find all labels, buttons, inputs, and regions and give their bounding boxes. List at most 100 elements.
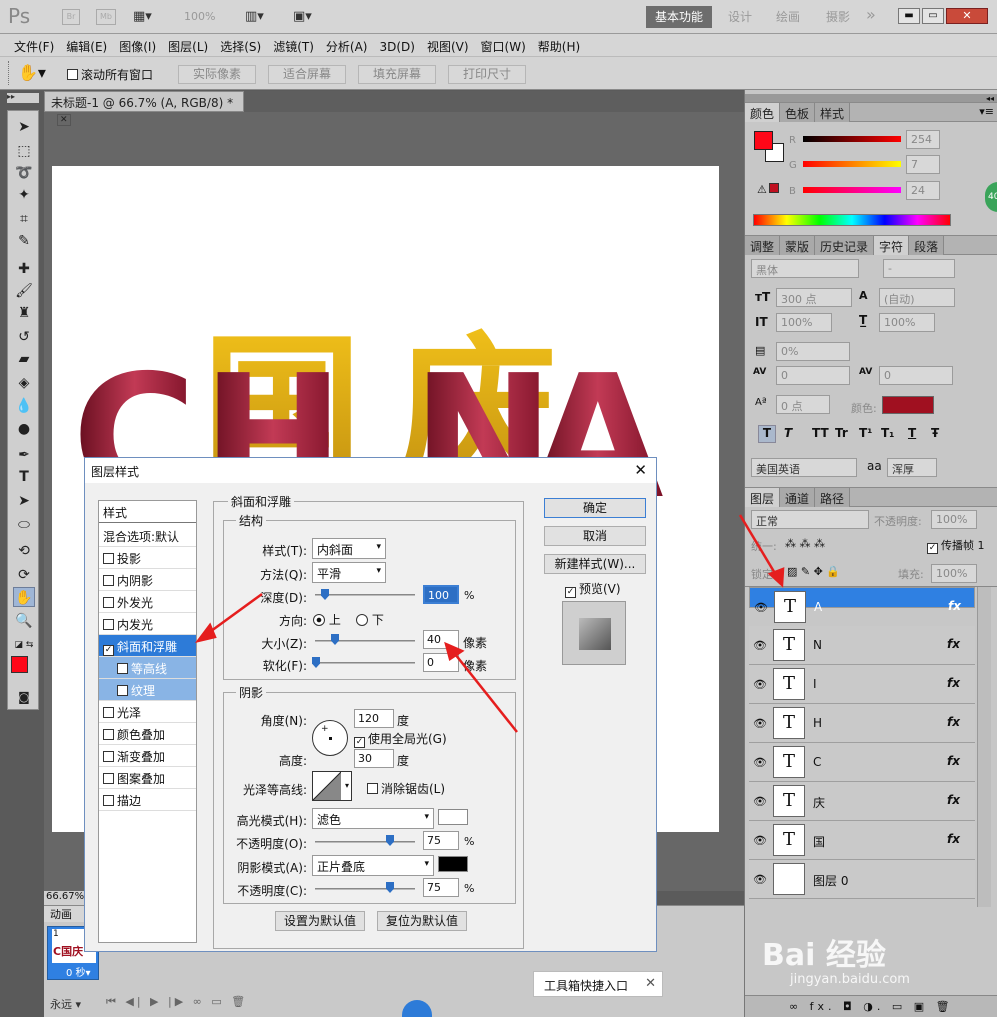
layer-row[interactable]: 👁 图层 0 xyxy=(749,860,975,899)
fx-icon[interactable]: fx xyxy=(947,832,960,846)
b-slider[interactable] xyxy=(803,187,901,193)
gamut-warning-icon[interactable]: ⚠ xyxy=(757,183,779,196)
checkbox-icon[interactable] xyxy=(103,619,114,630)
vertical-scale-field[interactable]: 100% xyxy=(776,313,832,332)
checkbox-icon[interactable] xyxy=(103,773,114,784)
workspace-painting-button[interactable]: 绘画 xyxy=(776,8,800,25)
swap-colors-icon[interactable]: ◪ ⇆ xyxy=(13,635,35,655)
eye-icon[interactable]: 👁 xyxy=(753,639,767,652)
baseline-field[interactable]: 0 点 xyxy=(776,395,830,414)
layer-row[interactable]: 👁 T Nfx xyxy=(749,626,975,665)
checkbox-icon[interactable] xyxy=(103,795,114,806)
layer-name[interactable]: 图层 0 xyxy=(813,872,848,889)
horizontal-scale-field[interactable]: 100% xyxy=(879,313,935,332)
r-value[interactable]: 254 xyxy=(906,130,940,149)
checkbox-icon[interactable] xyxy=(103,751,114,762)
minimize-button[interactable]: ▬ xyxy=(898,8,920,24)
faux-italic-button[interactable]: T xyxy=(784,426,792,440)
gloss-contour-picker[interactable]: ▾ xyxy=(312,771,352,801)
all-caps-button[interactable]: TT xyxy=(812,426,829,440)
healing-brush-tool-icon[interactable]: ✚ xyxy=(13,259,35,279)
dialog-close-icon[interactable]: ✕ xyxy=(634,461,647,479)
style-item-5[interactable]: 等高线 xyxy=(99,657,196,679)
move-tool-icon[interactable]: ➤ xyxy=(13,117,35,137)
scroll-all-windows-checkbox[interactable]: 滚动所有窗口 xyxy=(67,66,153,83)
more-workspaces-button[interactable]: » xyxy=(866,5,876,24)
quick-select-tool-icon[interactable]: ✦ xyxy=(13,185,35,205)
eyedropper-tool-icon[interactable]: ✎ xyxy=(13,231,35,251)
layer-row[interactable]: 👁 T Afx xyxy=(749,587,975,623)
propagate-frame-checkbox[interactable]: ✓ 传播帧 1 xyxy=(927,537,985,554)
tab-adjustments[interactable]: 调整 xyxy=(745,236,781,255)
bridge-icon[interactable]: Br xyxy=(62,9,80,25)
layer-name[interactable]: H xyxy=(813,716,822,730)
dodge-tool-icon[interactable]: ● xyxy=(13,419,35,439)
restore-button[interactable]: ▭ xyxy=(922,8,944,24)
tab-character[interactable]: 字符 xyxy=(874,236,910,255)
style-item-3[interactable]: 内发光 xyxy=(99,613,196,635)
lasso-tool-icon[interactable]: ➰ xyxy=(13,163,35,183)
g-value[interactable]: 7 xyxy=(906,155,940,174)
layer-name[interactable]: A xyxy=(814,600,822,614)
altitude-input[interactable]: 30 xyxy=(354,749,394,768)
checkbox-checked-icon[interactable]: ✓ xyxy=(103,645,114,656)
text-color-swatch[interactable] xyxy=(882,396,934,414)
layer-row[interactable]: 👁 T Cfx xyxy=(749,743,975,782)
zoom-tool-icon[interactable]: 🔍 xyxy=(13,611,35,631)
eye-icon[interactable]: 👁 xyxy=(753,873,767,886)
history-brush-tool-icon[interactable]: ↺ xyxy=(13,327,35,347)
layer-row[interactable]: 👁 T Ifx xyxy=(749,665,975,704)
menu-item-6[interactable]: 分析(A) xyxy=(320,35,374,55)
checkbox-icon[interactable] xyxy=(103,597,114,608)
menu-item-7[interactable]: 3D(D) xyxy=(373,37,420,54)
checkbox-icon[interactable] xyxy=(117,685,128,696)
fit-screen-button[interactable]: 适合屏幕 xyxy=(268,65,346,84)
superscript-button[interactable]: T¹ xyxy=(859,426,872,440)
view-extras-icon[interactable]: ▦▾ xyxy=(133,9,152,24)
unify-icons[interactable]: ⁂ ⁂ ⁂ xyxy=(785,537,825,550)
eye-icon[interactable]: 👁 xyxy=(754,601,768,614)
eye-icon[interactable]: 👁 xyxy=(753,795,767,808)
checkbox-icon[interactable] xyxy=(103,553,114,564)
layer-row[interactable]: 👁 T 国 fx xyxy=(749,821,975,860)
style-item-9[interactable]: 渐变叠加 xyxy=(99,745,196,767)
bevel-style-select[interactable]: 内斜面 ▾ xyxy=(312,538,386,559)
angle-input[interactable]: 120 xyxy=(354,709,394,728)
cancel-button[interactable]: 取消 xyxy=(544,526,646,546)
eye-icon[interactable]: 👁 xyxy=(753,717,767,730)
tab-channels[interactable]: 通道 xyxy=(780,488,816,507)
menu-item-5[interactable]: 滤镜(T) xyxy=(267,35,320,55)
checkbox-icon[interactable] xyxy=(117,663,128,674)
tab-masks[interactable]: 蒙版 xyxy=(780,236,816,255)
layer-row[interactable]: 👁 T Hfx xyxy=(749,704,975,743)
tab-swatches[interactable]: 色板 xyxy=(780,103,816,122)
style-item-7[interactable]: 光泽 xyxy=(99,701,196,723)
font-style-select[interactable]: - xyxy=(883,259,955,278)
opacity-field[interactable]: 100% xyxy=(931,510,977,529)
checkbox-icon[interactable] xyxy=(103,729,114,740)
fill-screen-button[interactable]: 填充屏幕 xyxy=(358,65,436,84)
eraser-tool-icon[interactable]: ▰ xyxy=(13,349,35,369)
size-slider-track[interactable] xyxy=(315,640,415,642)
brush-tool-icon[interactable]: 🖌 xyxy=(13,281,35,301)
layers-scrollbar[interactable] xyxy=(977,587,991,907)
technique-select[interactable]: 平滑 ▾ xyxy=(312,562,386,583)
close-tab-icon[interactable]: ✕ xyxy=(57,114,71,126)
loop-select[interactable]: 永远 ▾ xyxy=(50,996,81,1012)
r-slider[interactable] xyxy=(803,136,901,142)
depth-input[interactable]: 100 xyxy=(423,585,459,604)
style-item-6[interactable]: 纹理 xyxy=(99,679,196,701)
fx-icon[interactable]: fx xyxy=(947,676,960,690)
lock-icons[interactable]: ▨ ✎ ✥ 🔒 xyxy=(787,565,840,578)
type-tool-icon[interactable]: T xyxy=(13,467,35,487)
layer-name[interactable]: 庆 xyxy=(813,794,825,811)
color-fg-swatch[interactable] xyxy=(754,131,773,150)
hand-tool-icon[interactable]: ✋▾ xyxy=(18,63,46,82)
checkbox-icon[interactable] xyxy=(103,707,114,718)
styles-header[interactable]: 样式 xyxy=(99,501,196,523)
tab-paths[interactable]: 路径 xyxy=(815,488,851,507)
angle-dial[interactable]: + xyxy=(312,720,348,756)
menu-item-3[interactable]: 图层(L) xyxy=(162,35,214,55)
underline-button[interactable]: T xyxy=(908,426,916,440)
3d-rotate-tool-icon[interactable]: ⟲ xyxy=(13,541,35,561)
